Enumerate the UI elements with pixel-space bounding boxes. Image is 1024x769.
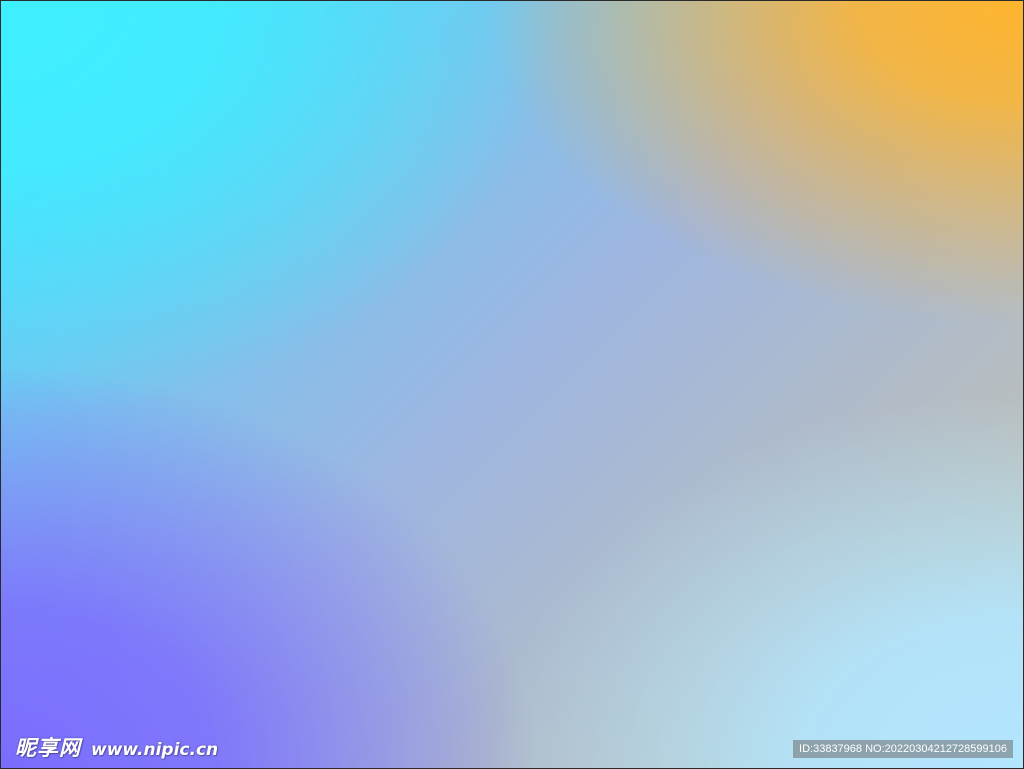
site-watermark: 昵享网 www.nipic.cn bbox=[15, 732, 218, 762]
image-id-label: ID:33837968 NO:20220304212728599106 bbox=[793, 740, 1013, 758]
watermark-brand: 昵享网 bbox=[15, 736, 81, 760]
watermark-url: www.nipic.cn bbox=[91, 740, 219, 760]
gradient-background: 昵享网 www.nipic.cn ID:33837968 NO:20220304… bbox=[0, 0, 1024, 769]
